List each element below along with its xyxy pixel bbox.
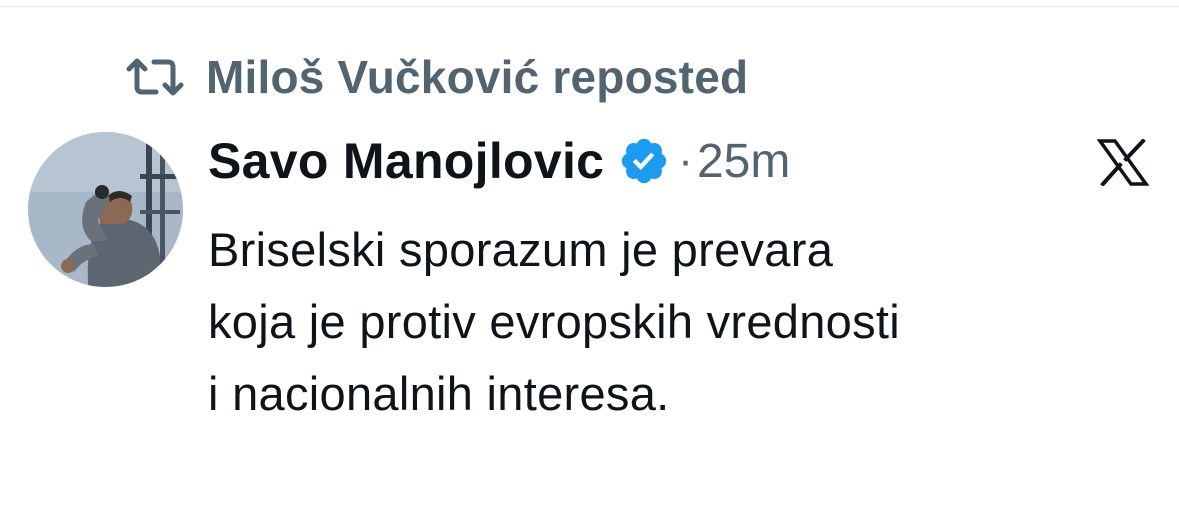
tweet-header: Savo Manojlovic · 25m <box>208 128 790 194</box>
avatar-photo <box>28 132 183 287</box>
timestamp[interactable]: 25m <box>697 134 790 189</box>
verified-badge-icon[interactable] <box>618 135 670 187</box>
tweet-line: i nacionalnih interesa. <box>208 367 670 420</box>
x-logo-icon[interactable] <box>1097 139 1149 186</box>
repost-label: Miloš Vučković reposted <box>206 51 749 103</box>
tweet-body: Briselski sporazum je prevara koja je pr… <box>208 214 1168 430</box>
separator-dot: · <box>678 136 693 185</box>
top-divider <box>0 6 1179 7</box>
tweet-line: koja je protiv evropskih vrednosti <box>208 295 901 348</box>
tweet-line: Briselski sporazum je prevara <box>208 223 834 276</box>
avatar[interactable] <box>28 132 183 287</box>
repost-icon <box>126 58 184 96</box>
author-name[interactable]: Savo Manojlovic <box>208 132 604 190</box>
repost-context[interactable]: Miloš Vučković reposted <box>126 48 748 106</box>
